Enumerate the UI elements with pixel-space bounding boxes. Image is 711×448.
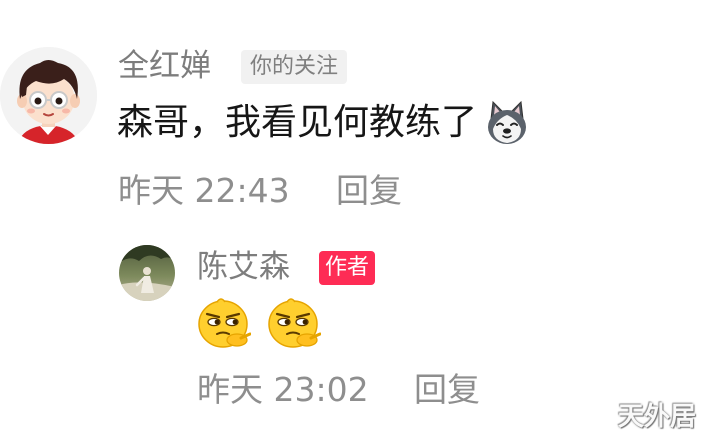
watermark: 天外居 — [618, 402, 697, 432]
reply-content — [195, 298, 321, 350]
author-badge: 作者 — [319, 251, 376, 285]
commenter-name[interactable]: 全红婵 — [118, 46, 211, 86]
smug-face-emoji-icon — [268, 298, 321, 348]
reply-button[interactable]: 回复 — [414, 367, 480, 413]
author-avatar[interactable] — [119, 245, 175, 301]
comment-text: 森哥，我看见何教练了 — [117, 98, 531, 148]
author-name[interactable]: 陈艾森 — [197, 247, 290, 287]
reply-timestamp: 昨天 23:02 — [197, 370, 369, 409]
landscape-photo-avatar-icon — [119, 245, 175, 301]
cartoon-girl-avatar-icon — [0, 47, 97, 144]
avatar[interactable] — [0, 47, 97, 144]
reply-button[interactable]: 回复 — [336, 168, 402, 214]
following-badge: 你的关注 — [241, 50, 348, 84]
husky-dog-emoji-icon — [488, 100, 527, 144]
smug-face-emoji-icon — [198, 298, 251, 348]
comment-timestamp: 昨天 22:43 — [118, 171, 290, 210]
comment-text-content: 森哥，我看见何教练了 — [117, 102, 478, 143]
